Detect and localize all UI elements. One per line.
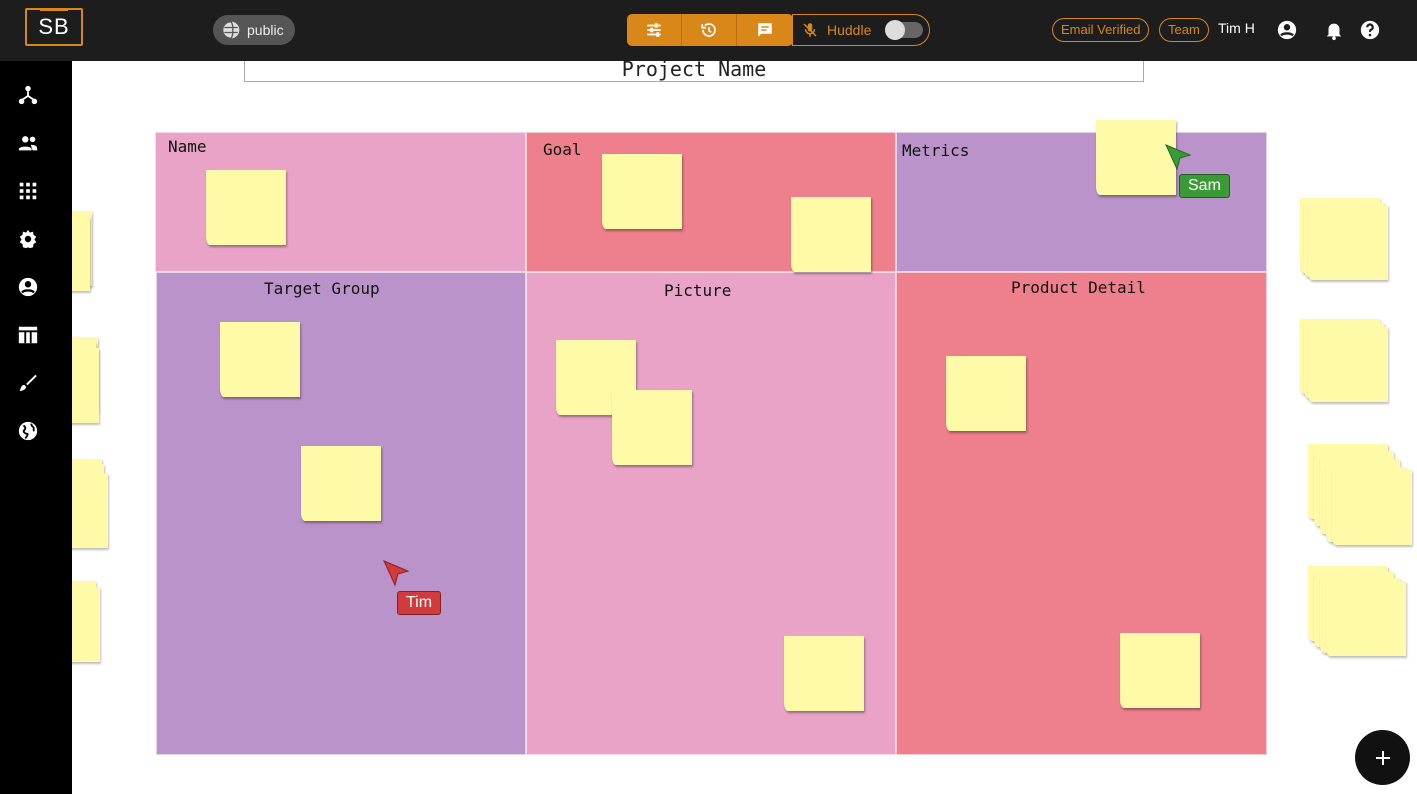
sticky-note[interactable] — [1332, 470, 1412, 545]
mic-off-icon — [803, 23, 817, 37]
sticky-note[interactable] — [1308, 327, 1388, 402]
sticky-note[interactable] — [1326, 581, 1406, 656]
sidebar — [0, 61, 72, 794]
settings-sliders-button[interactable] — [627, 14, 682, 46]
sticky-note[interactable] — [72, 587, 100, 662]
huddle-toggle[interactable] — [885, 20, 924, 40]
chat-button[interactable] — [737, 14, 792, 46]
cell-label-name: Name — [168, 137, 207, 156]
cursor-arrow-icon — [1165, 144, 1192, 171]
chat-icon — [757, 23, 772, 37]
plus-icon — [1375, 750, 1390, 765]
sliders-icon — [647, 23, 661, 37]
help-icon[interactable] — [1359, 19, 1381, 41]
cell-label-metrics: Metrics — [902, 141, 970, 160]
team-badge[interactable]: Team — [1159, 18, 1209, 42]
huddle-control[interactable]: Huddle — [792, 14, 930, 46]
app-logo[interactable]: SB — [25, 8, 83, 46]
history-icon — [701, 23, 716, 37]
sticky-note[interactable] — [791, 197, 871, 272]
project-title[interactable]: Project Name — [244, 61, 1144, 82]
visibility-toggle[interactable]: public — [213, 15, 295, 45]
network-icon[interactable] — [17, 84, 39, 106]
cursor-arrow-icon — [383, 560, 410, 587]
sticky-note[interactable] — [946, 356, 1026, 431]
account-circle-icon[interactable] — [1276, 19, 1298, 41]
sticky-note[interactable] — [72, 216, 90, 291]
cell-label-goal: Goal — [543, 140, 582, 159]
visibility-label: public — [247, 22, 284, 38]
history-button[interactable] — [682, 14, 737, 46]
sticky-note[interactable] — [301, 446, 381, 521]
sticky-note[interactable] — [612, 390, 692, 465]
sticky-note[interactable] — [1120, 633, 1200, 708]
account-icon[interactable] — [17, 276, 39, 298]
sticky-note[interactable] — [72, 473, 108, 548]
add-button[interactable] — [1355, 730, 1410, 785]
brush-icon[interactable] — [17, 372, 39, 394]
sticky-note[interactable] — [784, 636, 864, 711]
sticky-note[interactable] — [206, 170, 286, 245]
cell-label-target-group: Target Group — [264, 279, 380, 298]
bell-icon[interactable] — [1323, 19, 1345, 41]
cell-metrics[interactable]: Metrics — [896, 132, 1267, 272]
top-bar: SB public Huddle Email Verified Team Tim… — [0, 0, 1417, 61]
gear-icon[interactable] — [17, 228, 39, 250]
user-name[interactable]: Tim H — [1218, 20, 1255, 36]
grid-icon[interactable] — [17, 180, 39, 202]
board-canvas[interactable]: Project Name Name Goal Metrics Target Gr… — [72, 61, 1417, 794]
table-icon[interactable] — [17, 324, 39, 346]
cell-label-product-detail: Product Detail — [1011, 278, 1146, 297]
globe-icon — [222, 21, 240, 39]
cell-product-detail[interactable]: Product Detail — [896, 272, 1267, 755]
sticky-note[interactable] — [72, 348, 99, 423]
huddle-label: Huddle — [827, 22, 872, 38]
sticky-note[interactable] — [602, 154, 682, 229]
cell-label-picture: Picture — [664, 281, 732, 300]
board-toolbar — [627, 14, 793, 46]
sticky-note[interactable] — [1308, 205, 1388, 280]
globe-icon[interactable] — [17, 420, 39, 442]
email-verified-badge: Email Verified — [1052, 18, 1150, 42]
sticky-note[interactable] — [220, 322, 300, 397]
collaborator-label-sam: Sam — [1179, 174, 1230, 198]
people-icon[interactable] — [17, 132, 39, 154]
collaborator-label-tim: Tim — [397, 591, 442, 615]
